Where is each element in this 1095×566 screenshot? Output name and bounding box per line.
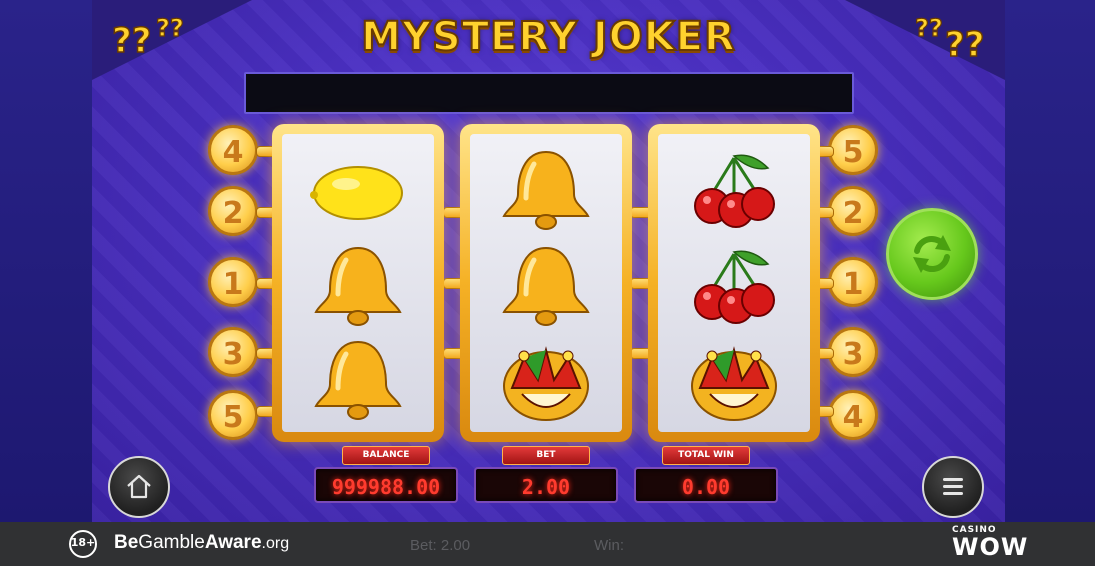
footer-win: Win: (594, 537, 624, 554)
begambleaware-link[interactable]: BeGambleAware.org (114, 532, 289, 554)
refresh-icon (913, 235, 951, 273)
balance-value: 999988.00 (314, 467, 458, 503)
game-title: MYSTERY JOKER (360, 13, 736, 61)
casino-wow-logo: CASINO WOW (952, 525, 1032, 563)
payline-badge-left: 2 (208, 186, 258, 236)
total-win-value: 0.00 (634, 467, 778, 503)
reel-window (470, 134, 622, 432)
home-button[interactable] (108, 456, 170, 518)
home-icon (127, 474, 151, 499)
payline-badge-right: 4 (828, 390, 878, 440)
footer-win-label: Win: (594, 537, 624, 554)
payline-badge-left: 1 (208, 257, 258, 307)
payline-badge-left: 3 (208, 327, 258, 377)
bet-meter[interactable]: BET 2.00 (474, 446, 618, 503)
bottom-bar: 18+ BeGambleAware.org Bet: 2.00 Win: CAS… (0, 522, 1095, 566)
lemon-icon (306, 146, 410, 236)
joker-icon (494, 336, 598, 426)
bell-icon (306, 336, 410, 426)
reel-2 (460, 124, 632, 442)
reel-3 (648, 124, 820, 442)
footer-bet: Bet: 2.00 (410, 537, 470, 554)
footer-bet-label: Bet: (410, 537, 437, 554)
balance-label: BALANCE (342, 446, 430, 465)
left-backdrop (0, 0, 92, 522)
reel-window (282, 134, 434, 432)
footer-bet-value: 2.00 (440, 537, 471, 554)
bet-value[interactable]: 2.00 (474, 467, 618, 503)
total-win-meter: TOTAL WIN 0.00 (634, 446, 778, 503)
reel-1 (272, 124, 444, 442)
bet-label: BET (502, 446, 590, 465)
age-badge-text: 18+ (70, 536, 96, 549)
spin-button[interactable] (886, 208, 978, 300)
bga-aware: Aware (204, 532, 262, 553)
bga-be: Be (114, 532, 139, 553)
menu-icon (943, 478, 963, 495)
payline-badge-right: 3 (828, 327, 878, 377)
payline-badge-right: 2 (828, 186, 878, 236)
bga-gamble: Gamble (138, 532, 205, 553)
payline-badge-right: 1 (828, 257, 878, 307)
menu-button[interactable] (922, 456, 984, 518)
balance-meter: BALANCE 999988.00 (314, 446, 458, 503)
cherries-icon (682, 146, 786, 236)
casino-logo-big: WOW (952, 533, 1029, 561)
bell-icon (494, 146, 598, 236)
slot-game: ?? ?? ?? ?? MYSTERY JOKER 4 2 1 3 5 5 2 … (92, 0, 1005, 522)
joker-icon (682, 336, 786, 426)
reel-window (658, 134, 810, 432)
payline-badge-left: 5 (208, 390, 258, 440)
bell-icon (306, 242, 410, 332)
bga-org: .org (261, 535, 290, 552)
message-bar (244, 72, 854, 114)
age-18-plus-icon: 18+ (68, 529, 98, 559)
total-win-label: TOTAL WIN (662, 446, 750, 465)
payline-badge-right: 5 (828, 125, 878, 175)
payline-badge-left: 4 (208, 125, 258, 175)
cherries-icon (682, 242, 786, 332)
bell-icon (494, 242, 598, 332)
right-backdrop (1005, 0, 1095, 522)
